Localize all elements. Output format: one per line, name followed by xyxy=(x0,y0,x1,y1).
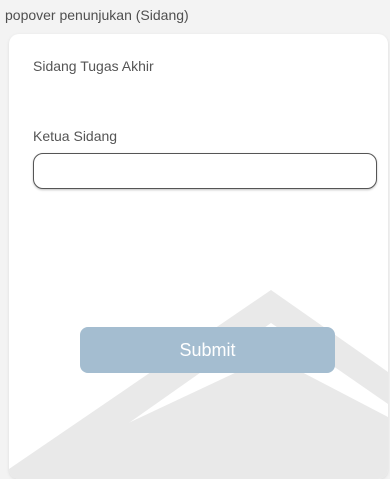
building-logo-watermark-icon xyxy=(9,290,388,479)
ketua-sidang-input[interactable] xyxy=(33,153,377,189)
ketua-sidang-label: Ketua Sidang xyxy=(33,128,118,144)
submit-button[interactable]: Submit xyxy=(80,327,335,373)
popover-frame-title: popover penunjukan (Sidang) xyxy=(5,7,189,23)
popover-card: Sidang Tugas Akhir Ketua Sidang Submit xyxy=(9,34,388,479)
popover-heading: Sidang Tugas Akhir xyxy=(33,58,154,74)
